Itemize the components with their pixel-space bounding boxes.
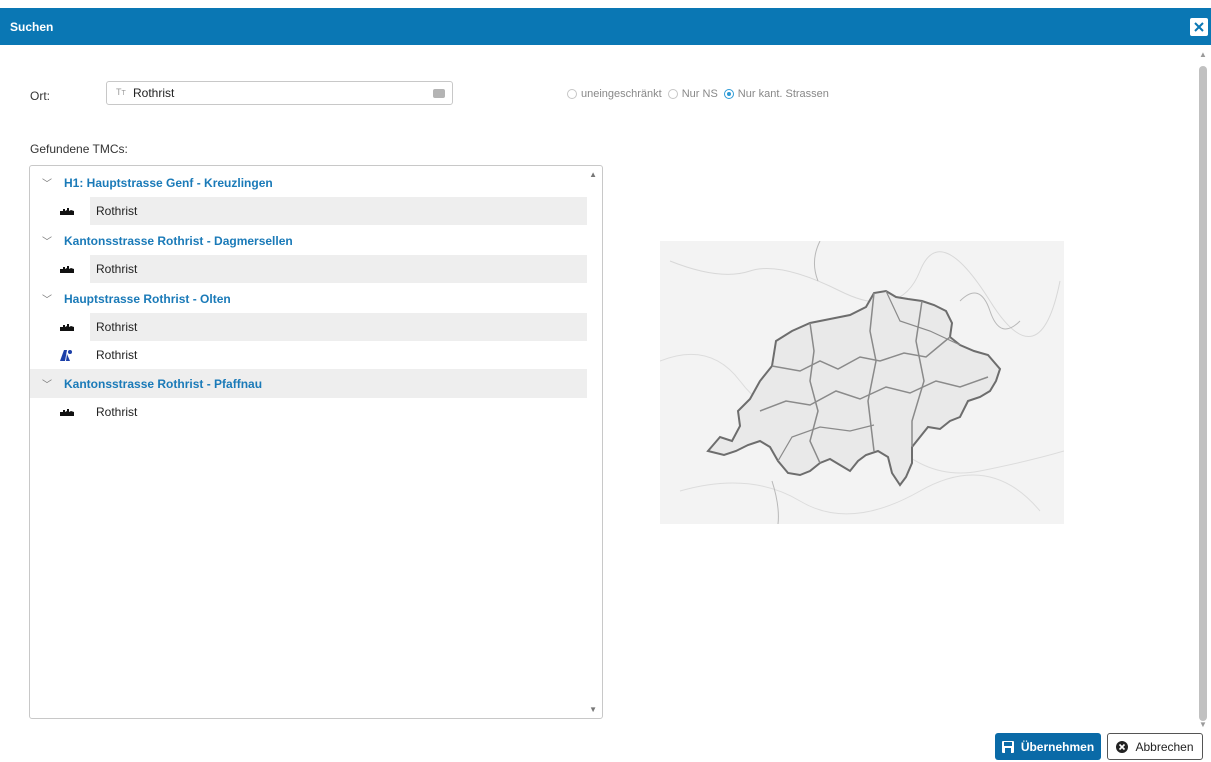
tmc-item-row[interactable]: Rothrist (30, 398, 587, 426)
cancel-circle-icon (1116, 740, 1129, 753)
tmc-group-row[interactable]: ﹀ Kantonsstrasse Rothrist - Dagmersellen (30, 226, 587, 255)
radio-label: Nur NS (681, 88, 718, 100)
dialog-title: Suchen (10, 20, 54, 34)
clear-input-icon[interactable] (433, 89, 445, 98)
chevron-down-icon[interactable]: ﹀ (30, 291, 64, 306)
tmc-group-title: Hauptstrasse Rothrist - Olten (64, 291, 231, 306)
chevron-down-icon[interactable]: ﹀ (30, 175, 64, 190)
tmc-item-label: Rothrist (96, 262, 138, 276)
tmc-item-row[interactable]: Rothrist (30, 313, 587, 341)
tmc-item-row[interactable]: Rothrist (30, 255, 587, 283)
apply-button-label: Übernehmen (1020, 739, 1095, 754)
close-button[interactable] (1190, 18, 1208, 36)
chevron-down-icon[interactable]: ﹀ (30, 233, 64, 248)
cancel-button[interactable]: Abbrechen (1107, 733, 1203, 760)
ort-input[interactable] (133, 85, 423, 101)
town-icon (30, 255, 90, 283)
text-type-icon: TT (116, 87, 126, 97)
tmc-group-row[interactable]: ﹀ Kantonsstrasse Rothrist - Pfaffnau (30, 369, 587, 398)
apply-button[interactable]: Übernehmen (995, 733, 1101, 760)
tmc-group-title: Kantonsstrasse Rothrist - Dagmersellen (64, 233, 293, 248)
close-icon (1194, 22, 1204, 32)
save-icon (1001, 740, 1014, 753)
radio-nur-kant-strassen[interactable]: Nur kant. Strassen (723, 88, 829, 100)
scroll-up-arrow-icon[interactable]: ▲ (1198, 50, 1208, 60)
town-icon (30, 313, 90, 341)
road-filter-group: uneingeschränkt Nur NS Nur kant. Strasse… (567, 88, 835, 100)
dialog-scrollbar[interactable]: ▲ ▼ (1198, 50, 1208, 730)
radio-nur-ns[interactable]: Nur NS (667, 88, 718, 100)
tmc-item-label: Rothrist (96, 204, 138, 218)
tmc-group-title: Kantonsstrasse Rothrist - Pfaffnau (64, 376, 263, 391)
radio-label: uneingeschränkt (581, 88, 662, 100)
switzerland-map[interactable] (659, 240, 1065, 525)
tmc-item-label: Rothrist (96, 405, 138, 419)
ort-label: Ort: (30, 89, 50, 103)
radio-dot (667, 89, 678, 99)
tmc-item-label: Rothrist (96, 348, 138, 362)
tmc-group-row[interactable]: ﹀ H1: Hauptstrasse Genf - Kreuzlingen (30, 168, 587, 197)
found-tmcs-label: Gefundene TMCs: (30, 142, 128, 156)
road-junction-icon (30, 341, 90, 369)
radio-dot (567, 89, 577, 99)
radio-uneingeschraenkt[interactable]: uneingeschränkt (567, 88, 662, 100)
tmc-item-label: Rothrist (96, 320, 138, 334)
town-icon (30, 197, 90, 225)
list-scroll-up-icon[interactable]: ▲ (589, 170, 597, 179)
scrollbar-thumb[interactable] (1199, 66, 1207, 721)
search-dialog: Suchen ▲ ▼ Ort: TT uneingeschränkt Nur N… (0, 0, 1211, 762)
scroll-down-arrow-icon[interactable]: ▼ (1198, 720, 1208, 730)
chevron-down-icon[interactable]: ﹀ (30, 376, 64, 391)
radio-dot-checked (723, 89, 734, 99)
list-scroll-down-icon[interactable]: ▼ (589, 705, 597, 714)
tmc-item-row[interactable]: Rothrist (30, 197, 587, 225)
tmc-group-title: H1: Hauptstrasse Genf - Kreuzlingen (64, 175, 273, 190)
tmc-item-row[interactable]: Rothrist (30, 341, 587, 369)
ort-input-box[interactable]: TT (106, 81, 453, 105)
tmc-group-row[interactable]: ﹀ Hauptstrasse Rothrist - Olten (30, 284, 587, 313)
cancel-button-label: Abbrechen (1135, 739, 1194, 754)
dialog-titlebar: Suchen (0, 8, 1211, 45)
tmc-results-list[interactable]: ▲ ▼ ﹀ H1: Hauptstrasse Genf - Kreuzlinge… (29, 165, 603, 719)
radio-label: Nur kant. Strassen (737, 88, 829, 100)
town-icon (30, 398, 90, 426)
